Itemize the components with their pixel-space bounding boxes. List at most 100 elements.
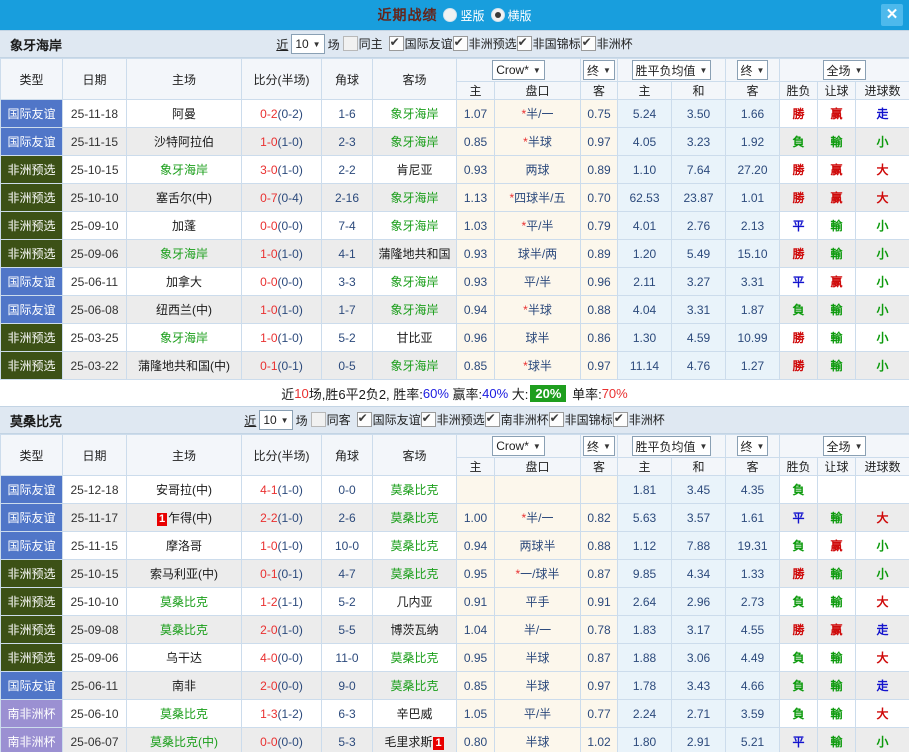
home-odds-cell: 1.03 [457, 212, 495, 240]
avg-home-cell: 1.10 [618, 156, 672, 184]
handicap-cell: 两球 [495, 156, 581, 184]
checkbox-icon [389, 36, 404, 51]
final-select-1[interactable]: 终▼ [583, 436, 615, 456]
away-team-name: 几内亚 [396, 595, 432, 609]
competition-checkbox[interactable]: 非洲预选 [421, 411, 485, 428]
avg-away-cell: 2.73 [726, 588, 780, 616]
avg-home-cell: 1.81 [618, 476, 672, 504]
venue-checkbox[interactable]: 同客 [311, 411, 351, 428]
handicap-text: 半/一 [526, 511, 553, 525]
competition-type-cell: 国际友谊 [1, 504, 63, 532]
halftime-score: (1-0) [278, 623, 303, 637]
close-icon[interactable]: ✕ [881, 4, 903, 26]
final-select-1[interactable]: 终▼ [583, 60, 615, 80]
home-team-cell: 莫桑比克 [127, 700, 242, 728]
away-odds-cell [581, 476, 618, 504]
odds-source-select[interactable]: Crow*▼ [492, 436, 545, 456]
avg-home-cell: 4.05 [618, 128, 672, 156]
home-team-name-cell-content: 象牙海岸 [160, 163, 208, 177]
home-odds-cell: 0.93 [457, 156, 495, 184]
col-avg-draw: 和 [672, 82, 726, 100]
radio-vertical-layout[interactable]: 竖版 [443, 7, 484, 24]
match-row: 南非洲杯25-06-07莫桑比克(中)0-0(0-0)5-3毛里求斯10.80半… [1, 728, 909, 752]
col-home: 主场 [127, 59, 242, 100]
competition-checkbox[interactable]: 国际友谊 [357, 411, 421, 428]
final-select-2[interactable]: 终▼ [737, 436, 769, 456]
avg-odds-select[interactable]: 胜平负均值▼ [632, 436, 712, 456]
date-cell: 25-10-10 [63, 184, 127, 212]
home-team-name-cell-content: 象牙海岸 [160, 331, 208, 345]
radio-horizontal-layout[interactable]: 横版 [491, 7, 532, 24]
avg-home-cell: 9.85 [618, 560, 672, 588]
record-summary: 近10场,胜6平2负2, 胜率:60% 赢率:40% 大:20% 单率:70% [0, 380, 909, 406]
home-team-cell: 塞舌尔(中) [127, 184, 242, 212]
away-team-name-cell-content: 象牙海岸 [390, 275, 438, 289]
home-odds-cell: 0.93 [457, 240, 495, 268]
away-team-name-cell-content: 毛里求斯1 [384, 735, 444, 749]
avg-away-cell: 5.21 [726, 728, 780, 752]
result-wdl-cell: 負 [780, 588, 818, 616]
result-handicap-cell: 輸 [818, 700, 856, 728]
match-count-select[interactable]: 10 ▼ [259, 410, 292, 430]
score-cell: 2-0(1-0) [242, 616, 322, 644]
fulltime-score: 1-0 [260, 303, 277, 317]
home-team-name-cell-content: 莫桑比克(中) [150, 735, 218, 749]
home-team-cell: 莫桑比克(中) [127, 728, 242, 752]
avg-draw-cell: 4.59 [672, 324, 726, 352]
handicap-cell: *球半 [495, 352, 581, 380]
home-team-name: 莫桑比克(中) [150, 735, 218, 749]
match-row: 国际友谊25-11-15沙特阿拉伯1-0(1-0)2-3象牙海岸0.85*半球0… [1, 128, 909, 156]
avg-home-cell: 4.04 [618, 296, 672, 324]
competition-checkbox[interactable]: 国际友谊 [389, 35, 453, 52]
final-select-2[interactable]: 终▼ [737, 60, 769, 80]
handicap-cell: *四球半/五 [495, 184, 581, 212]
fulltime-score: 0-0 [260, 219, 277, 233]
away-team-name-cell-content: 辛巴威 [396, 707, 432, 721]
avg-home-cell: 2.11 [618, 268, 672, 296]
avg-odds-select[interactable]: 胜平负均值▼ [632, 60, 712, 80]
competition-checkbox[interactable]: 非洲预选 [453, 35, 517, 52]
avg-away-cell: 4.55 [726, 616, 780, 644]
home-team-name-cell-content: 加拿大 [166, 275, 202, 289]
result-handicap-cell: 輸 [818, 728, 856, 752]
checkbox-icon [549, 412, 564, 427]
home-team-name: 莫桑比克 [160, 707, 208, 721]
avg-draw-cell: 4.76 [672, 352, 726, 380]
home-team-name-cell-content: 乌干达 [166, 651, 202, 665]
venue-checkbox[interactable]: 同主 [343, 35, 383, 52]
result-handicap-cell: 輸 [818, 324, 856, 352]
home-team-name-cell-content: 象牙海岸 [160, 247, 208, 261]
competition-checkbox[interactable]: 南非洲杯 [485, 411, 549, 428]
away-team-name: 博茨瓦纳 [390, 623, 438, 637]
col-type: 类型 [1, 59, 63, 100]
halftime-score: (0-2) [278, 107, 303, 121]
avg-away-cell: 1.92 [726, 128, 780, 156]
handicap-cell: 半球 [495, 644, 581, 672]
halftime-score: (1-0) [278, 247, 303, 261]
scope-select[interactable]: 全场▼ [823, 436, 867, 456]
away-odds-cell: 0.97 [581, 352, 618, 380]
competition-type-cell: 非洲预选 [1, 324, 63, 352]
home-odds-cell: 0.85 [457, 352, 495, 380]
avg-draw-cell: 3.31 [672, 296, 726, 324]
team-name: 莫桑比克 [10, 411, 62, 430]
corner-cell: 5-2 [322, 324, 373, 352]
score-cell: 1-0(1-0) [242, 324, 322, 352]
competition-checkbox[interactable]: 非洲杯 [581, 35, 633, 52]
col-odds-away: 客 [581, 82, 618, 100]
handicap-cell: *半/一 [495, 504, 581, 532]
avg-draw-cell: 2.96 [672, 588, 726, 616]
competition-checkbox[interactable]: 非洲杯 [613, 411, 665, 428]
odds-source-select[interactable]: Crow*▼ [492, 60, 545, 80]
scope-select[interactable]: 全场▼ [823, 60, 867, 80]
result-wdl-cell: 負 [780, 296, 818, 324]
competition-checkbox[interactable]: 非国锦标 [517, 35, 581, 52]
result-wdl-cell: 負 [780, 644, 818, 672]
avg-draw-cell: 23.87 [672, 184, 726, 212]
away-team-name: 莫桑比克 [390, 651, 438, 665]
halftime-score: (0-0) [278, 219, 303, 233]
avg-away-cell: 3.31 [726, 268, 780, 296]
home-team-cell: 安哥拉(中) [127, 476, 242, 504]
competition-checkbox[interactable]: 非国锦标 [549, 411, 613, 428]
match-count-select[interactable]: 10 ▼ [291, 34, 324, 54]
